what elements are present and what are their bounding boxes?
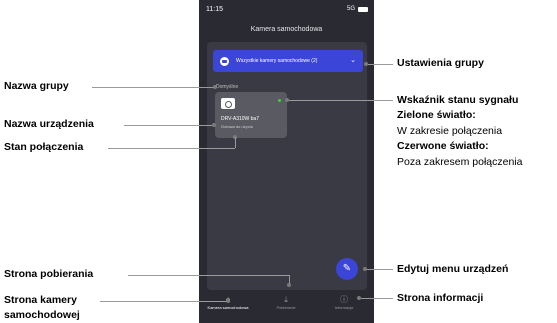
leader-dot	[287, 283, 291, 287]
battery-icon	[358, 6, 368, 12]
leader-dot	[226, 299, 230, 303]
leader-line	[368, 64, 393, 65]
annotation-red-title: Czerwone światło:	[397, 140, 489, 152]
status-bar: 11:15 5G	[199, 0, 374, 18]
tab-label: Kamera samochodowa	[207, 305, 249, 310]
annotation-green-title: Zielone światło:	[397, 109, 476, 121]
leader-line	[235, 137, 236, 148]
annotation-download-page: Strona pobierania	[4, 268, 94, 280]
edit-devices-button[interactable]: ✎	[336, 258, 358, 280]
group-select-button[interactable]: Wszystkie kamery samochodowe (2) ⌄	[213, 50, 363, 72]
annotation-signal-title: Wskaźnik stanu sygnału	[397, 94, 519, 106]
annotation-info-page: Strona informacji	[397, 292, 484, 304]
device-card[interactable]: DRV-A310W ba7 Gotowa do użycia	[215, 92, 287, 138]
chevron-down-icon: ⌄	[350, 57, 356, 64]
tab-bar: ⌂ Kamera samochodowa ⤓ Pobieranie ⓘ Info…	[199, 290, 374, 323]
tab-downloads[interactable]: ⤓ Pobieranie	[257, 294, 315, 310]
leader-line	[361, 298, 393, 299]
annotation-connection-status: Stan połączenia	[4, 141, 84, 153]
annotation-edit-menu: Edytuj menu urządzeń	[397, 263, 509, 275]
camera-group-icon	[220, 56, 229, 66]
group-name: Domyślne	[216, 84, 239, 90]
leader-line	[92, 87, 215, 88]
device-list-panel	[207, 42, 367, 290]
leader-dot	[212, 123, 216, 127]
device-name: DRV-A310W ba7	[221, 116, 259, 122]
leader-line	[100, 301, 228, 302]
leader-line	[367, 269, 393, 270]
tab-label: Pobieranie	[276, 305, 296, 310]
info-icon: ⓘ	[340, 295, 348, 304]
annotation-green-text: W zakresie połączenia	[397, 125, 503, 137]
device-status: Gotowa do użycia	[221, 124, 253, 129]
leader-line	[289, 100, 393, 101]
annotation-device-name: Nazwa urządzenia	[4, 118, 94, 130]
download-icon: ⤓	[284, 295, 288, 304]
annotation-camera-page-1: Strona kamery	[4, 294, 77, 306]
tab-label: Informacje	[334, 305, 354, 310]
app-title: Kamera samochodowa	[250, 26, 323, 33]
annotation-red-text: Poza zakresem połączenia	[397, 156, 523, 168]
leader-line	[124, 125, 214, 126]
annotation-group-name: Nazwa grupy	[4, 80, 69, 92]
annotation-group-settings: Ustawienia grupy	[397, 57, 484, 69]
signal-status-indicator	[278, 99, 281, 102]
leader-line	[128, 275, 290, 276]
tab-info[interactable]: ⓘ Informacje	[315, 294, 373, 310]
status-icons: 5G	[347, 6, 368, 12]
leader-dot	[213, 85, 217, 89]
camera-icon	[221, 98, 235, 109]
pencil-icon: ✎	[342, 263, 352, 274]
leader-line	[108, 148, 235, 149]
group-select-label: Wszystkie kamery samochodowe (2)	[236, 58, 318, 64]
network-indicator: 5G	[346, 6, 355, 12]
status-time: 11:15	[206, 6, 223, 13]
annotation-camera-page-2: samochodowej	[4, 309, 80, 321]
